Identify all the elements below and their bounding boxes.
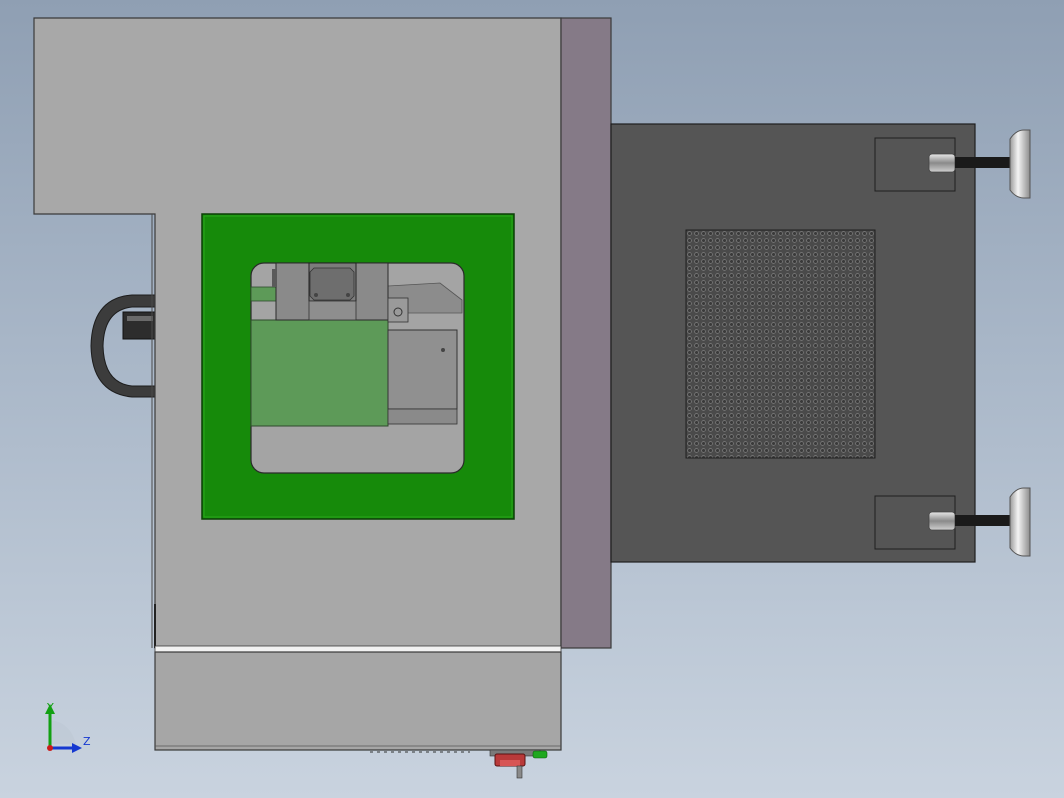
side-handle[interactable] <box>90 294 156 398</box>
triad-origin <box>47 745 53 751</box>
left-clip <box>272 269 277 287</box>
vent-grid[interactable] <box>685 229 876 459</box>
foot-bolt-top <box>928 153 956 173</box>
bracket-block[interactable] <box>387 297 409 323</box>
foot-stem-bottom <box>955 515 1010 526</box>
foot-knob-top[interactable] <box>1009 129 1031 199</box>
motor-screw-1 <box>314 293 318 297</box>
base-separator <box>154 645 562 653</box>
triad-z-label: Z <box>83 735 91 748</box>
coordinate-triad: Y Z <box>45 701 91 753</box>
base-block[interactable] <box>154 651 562 751</box>
side-plate[interactable] <box>560 17 612 649</box>
foot-mount-top[interactable] <box>874 129 1031 199</box>
gray-box-screw <box>441 348 445 352</box>
gray-box-base <box>387 408 458 425</box>
window-opening[interactable] <box>250 262 465 474</box>
foot-bolt-bottom <box>928 511 956 531</box>
gray-internal-box[interactable] <box>387 329 458 410</box>
foot-stem-top <box>955 157 1010 168</box>
cad-viewport[interactable]: Y Z <box>0 0 1064 798</box>
foot-knob-bottom[interactable] <box>1009 487 1031 557</box>
foot-mount-bottom[interactable] <box>874 487 1031 557</box>
bottom-connector[interactable] <box>489 749 548 779</box>
green-internal-strip <box>250 286 278 302</box>
green-internal-part[interactable] <box>250 319 389 427</box>
triad-z-arrow <box>72 743 82 753</box>
motor-lower-face <box>308 300 357 321</box>
triad-view-indicator <box>50 720 76 744</box>
triad-y-label: Y <box>46 701 54 714</box>
motor-screw-2 <box>346 293 350 297</box>
